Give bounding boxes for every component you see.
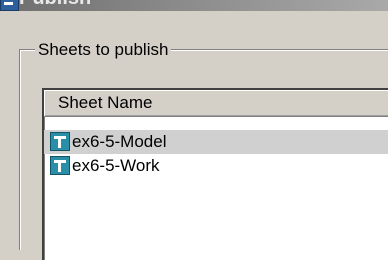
sheet-name: ex6-5-Work xyxy=(72,156,160,175)
window-title: Publish xyxy=(19,0,91,10)
list-item[interactable]: ex6-5-Work xyxy=(44,154,388,178)
column-header-sheet-name[interactable]: Sheet Name xyxy=(44,90,388,117)
groupbox-label: Sheets to publish xyxy=(35,39,172,60)
sheet-name: ex6-5-Model xyxy=(72,132,167,151)
sheet-icon xyxy=(50,132,70,151)
title-bar[interactable]: Publish xyxy=(0,0,388,11)
list-item[interactable]: ex6-5-Model xyxy=(44,130,388,154)
sheets-list[interactable]: Sheet Name ex6-5-Model ex6-5-Work xyxy=(42,88,388,260)
app-icon xyxy=(0,0,19,11)
column-header-label: Sheet Name xyxy=(58,93,153,112)
sheet-icon xyxy=(50,156,70,175)
